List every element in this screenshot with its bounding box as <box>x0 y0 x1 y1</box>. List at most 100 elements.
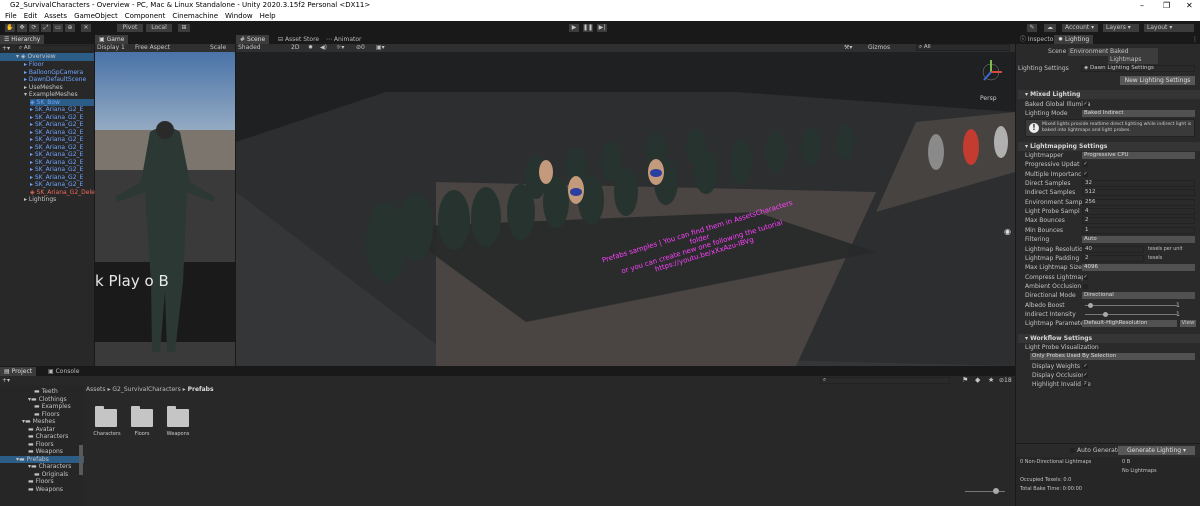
hierarchy-item[interactable]: ◈ SK_Ariana_G2_Dele <box>30 189 95 197</box>
menu-file[interactable]: File <box>5 12 17 20</box>
lightmapping-row-dropdown[interactable]: Directional <box>1082 292 1195 300</box>
hierarchy-item[interactable]: ▸ SK_Ariana_G2_E <box>30 114 83 122</box>
lightmapping-slider-value[interactable]: 1 <box>1176 311 1180 318</box>
tree-item[interactable]: ▬ Floors <box>28 478 54 486</box>
tab-game[interactable]: ▣ Game <box>95 35 129 44</box>
lighting-toggle-icon[interactable]: ✹ <box>308 44 313 52</box>
lightmapping-row-field[interactable]: 4 <box>1082 208 1195 216</box>
persp-label[interactable]: Persp <box>980 95 997 102</box>
scene-search[interactable]: ⌕ All <box>916 44 1010 51</box>
subtab-baked-lightmaps[interactable]: Baked Lightmaps <box>1108 48 1158 64</box>
move-tool-icon[interactable]: ✥ <box>16 23 28 33</box>
baked-gi-checkbox[interactable]: ✓ <box>1083 102 1088 107</box>
hierarchy-item[interactable]: ▾ ExampleMeshes <box>24 91 78 99</box>
lighting-settings-field[interactable]: ◈ Dawn Lighting Settings <box>1081 65 1195 72</box>
hierarchy-item[interactable]: ▸ SK_Ariana_G2_E <box>30 151 83 159</box>
menu-component[interactable]: Component <box>125 12 166 20</box>
create-button[interactable]: +▾ <box>2 45 12 52</box>
crumb-prefabs[interactable]: Prefabs <box>188 386 214 393</box>
effects-icon[interactable]: ☼▾ <box>336 44 344 52</box>
shading-dropdown[interactable]: Shaded <box>238 44 261 52</box>
minimize-icon[interactable]: – <box>1140 0 1144 11</box>
tab-asset-store[interactable]: ⊟ Asset Store <box>274 35 323 44</box>
lightmapping-slider-track[interactable] <box>1085 314 1177 316</box>
pivot-toggle[interactable]: Pivot <box>116 23 144 33</box>
menu-cinemachine[interactable]: Cinemachine <box>172 12 218 20</box>
generate-lighting-button[interactable]: Generate Lighting ▾ <box>1118 446 1195 455</box>
lightmapping-header[interactable]: ▾ Lightmapping Settings <box>1018 142 1200 151</box>
workflow-header[interactable]: ▾ Workflow Settings <box>1018 334 1200 343</box>
project-create-button[interactable]: +▾ <box>2 377 10 384</box>
tree-item[interactable]: ▾▬ Meshes <box>22 418 55 426</box>
tree-item[interactable]: ▬ Floors <box>28 441 54 449</box>
close-icon[interactable]: ✕ <box>1186 0 1193 11</box>
new-lighting-settings-button[interactable]: New Lighting Settings <box>1120 76 1195 85</box>
lightmapping-row-checkbox[interactable] <box>1083 283 1088 289</box>
local-toggle[interactable]: Local <box>145 23 173 33</box>
auto-generate-checkbox[interactable] <box>1070 448 1075 453</box>
2d-toggle[interactable]: 2D <box>291 44 299 52</box>
mixed-lighting-header[interactable]: ▾ Mixed Lighting <box>1018 90 1200 99</box>
hierarchy-item[interactable]: ▸ BalloonGpCamera <box>24 69 83 77</box>
tab-hierarchy[interactable]: ☰ Hierarchy <box>0 35 45 44</box>
view-button[interactable]: View <box>1180 320 1196 328</box>
lightmapping-row-field[interactable]: 1 <box>1082 226 1195 234</box>
tree-item[interactable]: ▬ Weapons <box>28 448 63 456</box>
display-occlusion-checkbox[interactable]: ✓ <box>1083 373 1088 378</box>
lightmapping-row-checkbox[interactable]: ✓ <box>1083 274 1088 280</box>
panel-menu-icon[interactable]: ⋮ <box>1188 35 1200 44</box>
hierarchy-item[interactable]: ▸ SK_Ariana_G2_E <box>30 136 83 144</box>
tree-item[interactable]: ▬ Floors <box>34 411 60 419</box>
step-button[interactable]: ▶| <box>596 23 608 33</box>
tab-animator[interactable]: ⋯ Animator <box>322 35 366 44</box>
lightmapping-row-dropdown[interactable]: Auto <box>1082 236 1195 244</box>
star-icon[interactable]: ★ <box>988 376 994 384</box>
layers-dropdown[interactable]: Layers ▾ <box>1102 23 1140 33</box>
camera-icon[interactable]: ▣▾ <box>376 44 385 52</box>
display-weights-checkbox[interactable]: ✓ <box>1083 364 1088 369</box>
hierarchy-item[interactable]: ▸ SK_Ariana_G2_E <box>30 106 83 114</box>
tab-scene[interactable]: # Scene <box>236 35 270 44</box>
hierarchy-item[interactable]: ▸ SK_Ariana_G2_E <box>30 159 83 167</box>
lightmapping-slider-value[interactable]: 1 <box>1176 302 1180 309</box>
grid-snap-icon[interactable]: ⊞ <box>177 23 191 33</box>
rotate-tool-icon[interactable]: ⟳ <box>28 23 40 33</box>
folder-icon[interactable] <box>131 406 153 427</box>
hierarchy-search[interactable]: ⌕ All <box>16 45 92 52</box>
account-dropdown[interactable]: Account ▾ <box>1061 23 1099 33</box>
tree-item[interactable]: ▬ Characters <box>28 433 68 441</box>
custom-tool-icon[interactable]: ✕ <box>80 23 92 33</box>
audio-toggle-icon[interactable]: ◀) <box>320 44 327 52</box>
tree-item[interactable]: ▬ Avatar <box>28 426 55 434</box>
lightmapping-row-field[interactable]: 40 <box>1082 245 1144 253</box>
tab-lighting[interactable]: ✹ Lighting <box>1054 35 1094 44</box>
project-search[interactable]: ⌕ <box>820 377 950 384</box>
play-button[interactable]: ▶ <box>568 23 580 33</box>
tab-project[interactable]: ▤ Project <box>0 367 37 376</box>
aspect-dropdown[interactable]: Free Aspect <box>135 44 170 52</box>
menu-edit[interactable]: Edit <box>24 12 38 20</box>
subtab-scene[interactable]: Scene <box>1048 48 1066 56</box>
transform-tool-icon[interactable]: ⊕ <box>64 23 76 33</box>
lightmapping-row-field[interactable]: 2 <box>1082 254 1144 262</box>
hierarchy-item[interactable]: ▸ DawnDefaultScene <box>24 76 86 84</box>
subtab-environment[interactable]: Environment <box>1068 48 1111 56</box>
scene-root[interactable]: ▾ ◈ Overview <box>0 53 94 61</box>
display-dropdown[interactable]: Display 1 <box>97 44 125 52</box>
tree-item[interactable]: ▾▬ Clothings <box>28 396 67 404</box>
hand-tool-icon[interactable]: ✋ <box>4 23 16 33</box>
tree-item[interactable]: ▬ Originals <box>34 471 68 479</box>
tools-icon[interactable]: ⚒▾ <box>844 44 852 52</box>
lightmapping-row-checkbox[interactable]: ✓ <box>1083 171 1088 177</box>
icon-size-slider[interactable] <box>965 491 1005 492</box>
gizmos-dropdown[interactable]: Gizmos <box>868 44 890 52</box>
tree-item[interactable]: ▾▬ Characters <box>28 463 71 471</box>
tree-item-selected[interactable]: ▾▬ Prefabs <box>0 455 84 463</box>
lighting-mode-dropdown[interactable]: Baked Indirect <box>1082 110 1195 117</box>
probe-viz-dropdown[interactable]: Only Probes Used By Selection <box>1030 353 1195 360</box>
label-icon[interactable]: ◆ <box>975 376 980 384</box>
lightmapping-row-dropdown[interactable]: Default-HighResolution <box>1082 320 1177 328</box>
lightmapping-row-field[interactable]: 32 <box>1082 180 1195 188</box>
hierarchy-item[interactable]: ▸ Floor <box>24 61 44 69</box>
lightmapping-slider-track[interactable] <box>1085 305 1177 307</box>
